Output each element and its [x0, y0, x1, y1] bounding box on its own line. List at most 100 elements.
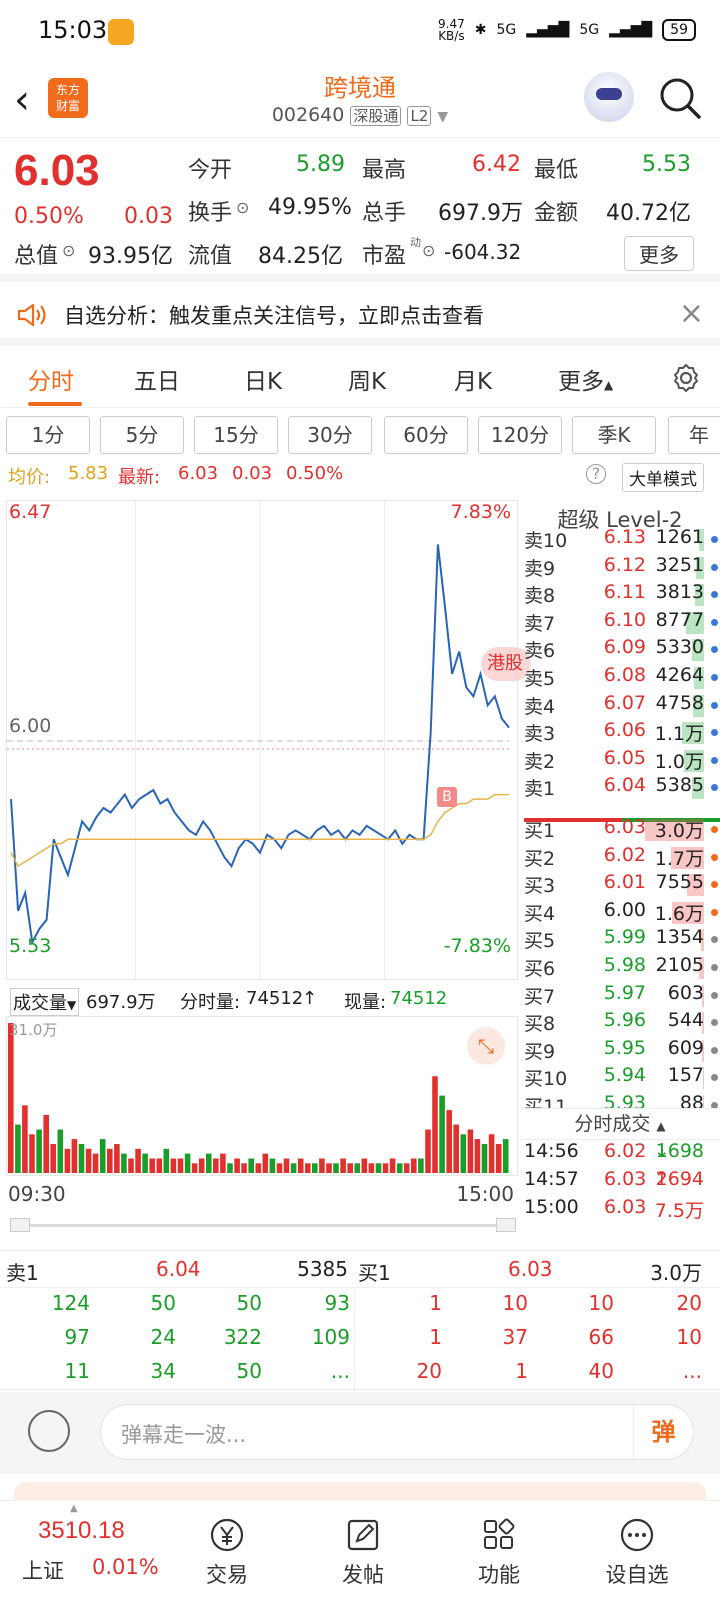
queue-sell-order: 97: [64, 1325, 90, 1349]
nav-trade[interactable]: 交易: [172, 1515, 282, 1589]
level-price: 6.03: [603, 816, 646, 838]
ask-level-row[interactable]: 卖9 6.12 3251: [524, 554, 720, 582]
trades-header[interactable]: 分时成交 ▲: [520, 1108, 720, 1140]
bid-level-row[interactable]: 买4 6.00 1.6万: [524, 899, 720, 927]
danmaku-input[interactable]: 弹幕走一波... 弹: [100, 1404, 694, 1460]
queue-sell-order: 24: [150, 1325, 176, 1349]
period-5min[interactable]: 5分: [100, 416, 184, 454]
notice-bar[interactable]: 自选分析：触发重点关注信号，立即点击查看 ×: [0, 288, 720, 346]
bid-level-row[interactable]: 买8 5.96 544: [524, 1009, 720, 1037]
tab-five-day[interactable]: 五日: [134, 362, 180, 396]
volume-indicator-select[interactable]: 成交量▼: [10, 988, 80, 1016]
comment-bar: 弹幕走一波... 弹: [0, 1392, 720, 1474]
amount-label: 金额: [534, 201, 579, 226]
danmaku-send-button[interactable]: 弹: [633, 1405, 693, 1459]
y-bot-pct: -7.83%: [443, 935, 511, 957]
volume-bar: [375, 1163, 382, 1173]
index-pct: 0.01%: [92, 1555, 159, 1579]
period-year-k[interactable]: 年: [668, 416, 720, 454]
grid-icon: [484, 1518, 515, 1549]
ask-level-row[interactable]: 卖8 6.11 3813: [524, 581, 720, 609]
y-mid-price: 6.00: [9, 715, 52, 737]
volume-chart[interactable]: 31.0万 ⤡: [6, 1016, 518, 1176]
period-quarter-k[interactable]: 季K: [572, 416, 656, 454]
period-1min[interactable]: 1分: [6, 416, 90, 454]
bid-level-row[interactable]: 买2 6.02 1.7万: [524, 844, 720, 872]
volume-bar: [121, 1153, 127, 1173]
gear-icon[interactable]: [670, 362, 702, 394]
tab-daily-k[interactable]: 日K: [244, 362, 282, 396]
level-volume: 603: [667, 981, 704, 1004]
info-icon[interactable]: ⊙: [236, 198, 249, 217]
period-30min[interactable]: 30分: [288, 416, 372, 454]
nav-functions[interactable]: 功能: [444, 1515, 554, 1589]
queue-buy-order: 37: [502, 1325, 528, 1349]
level-volume: 3813: [655, 581, 704, 604]
net-speed: 9.47 KB/s: [438, 17, 465, 43]
tab-more[interactable]: 更多▲: [558, 362, 613, 396]
bid-level-row[interactable]: 买7 5.97 603: [524, 982, 720, 1010]
period-120min[interactable]: 120分: [478, 416, 562, 454]
level-price: 6.07: [603, 691, 646, 714]
nav-post[interactable]: 发帖: [308, 1515, 418, 1589]
index-name: 上证: [22, 1559, 64, 1583]
volume-bar: [502, 1139, 509, 1173]
ask-level-row[interactable]: 卖1 6.04 5385: [524, 774, 720, 802]
volume-bar: [22, 1105, 28, 1173]
help-icon[interactable]: ?: [586, 464, 606, 484]
stock-code: 002640: [271, 104, 345, 126]
close-icon[interactable]: ×: [679, 296, 704, 331]
more-button[interactable]: 更多: [624, 236, 694, 271]
volume-bar: [255, 1163, 262, 1173]
nav-post-label: 发帖: [342, 1563, 384, 1587]
amount-value: 40.72亿: [606, 201, 691, 226]
tab-weekly-k[interactable]: 周K: [348, 362, 386, 396]
float-cap-value: 84.25亿: [258, 244, 343, 269]
scroll-handle-right[interactable]: [496, 1218, 516, 1232]
level-dot: [711, 591, 718, 599]
buy-marker[interactable]: B: [437, 787, 457, 807]
big-order-mode-button[interactable]: 大单模式: [622, 463, 704, 492]
ask-level-row[interactable]: 卖3 6.06 1.1万: [524, 719, 720, 747]
ask-level-row[interactable]: 卖5 6.08 4264: [524, 664, 720, 692]
change-percent: 0.50%: [14, 204, 84, 229]
nav-add-watchlist[interactable]: 设自选: [582, 1515, 692, 1589]
bid-level-row[interactable]: 买1 6.03 3.0万: [524, 816, 720, 844]
ask-level-row[interactable]: 卖10 6.13 1261: [524, 526, 720, 554]
bid-level-row[interactable]: 买3 6.01 7555: [524, 871, 720, 899]
bid-level-row[interactable]: 买6 5.98 2105: [524, 954, 720, 982]
info-icon-3[interactable]: ⊙: [422, 241, 435, 260]
bid-level-row[interactable]: 买9 5.95 609: [524, 1037, 720, 1065]
level-dot: [711, 881, 718, 889]
chart-scrollbar[interactable]: [10, 1218, 516, 1232]
level-volume: 2105: [655, 954, 704, 976]
queue-sell-price: 6.04: [156, 1257, 201, 1281]
ask-level-row[interactable]: 卖6 6.09 5330: [524, 636, 720, 664]
volume-bar: [312, 1163, 318, 1173]
ask-level-row[interactable]: 卖4 6.07 4758: [524, 692, 720, 720]
volume-bar: [467, 1129, 474, 1173]
nav-trade-label: 交易: [206, 1563, 248, 1587]
pe-value: -604.32: [444, 240, 522, 264]
scroll-handle-left[interactable]: [10, 1218, 30, 1232]
tab-intraday[interactable]: 分时: [28, 362, 74, 396]
period-60min[interactable]: 60分: [384, 416, 468, 454]
level-volume: 7555: [655, 871, 704, 894]
ask-level-row[interactable]: 卖7 6.10 8777: [524, 609, 720, 637]
comment-list-icon[interactable]: [28, 1410, 70, 1452]
level-dot: [711, 826, 718, 833]
yen-circle-icon: [210, 1518, 244, 1552]
period-15min[interactable]: 15分: [194, 416, 278, 454]
level-label: 买3: [524, 875, 556, 898]
intraday-chart[interactable]: 6.47 7.83% 6.00 5.53 -7.83% 港股 B: [6, 500, 531, 980]
bid-level-row[interactable]: 买5 5.99 1354: [524, 926, 720, 954]
expand-icon[interactable]: ⤡: [467, 1027, 505, 1065]
ask-level-row[interactable]: 卖2 6.05 1.0万: [524, 747, 720, 775]
assistant-robot-icon[interactable]: [584, 72, 634, 122]
bid-level-row[interactable]: 买10 5.94 157: [524, 1064, 720, 1092]
tab-monthly-k[interactable]: 月K: [454, 362, 492, 396]
info-icon-2[interactable]: ⊙: [62, 241, 75, 260]
search-icon[interactable]: [658, 76, 702, 120]
level-dot: [711, 536, 718, 543]
volume-bar: [241, 1163, 247, 1173]
